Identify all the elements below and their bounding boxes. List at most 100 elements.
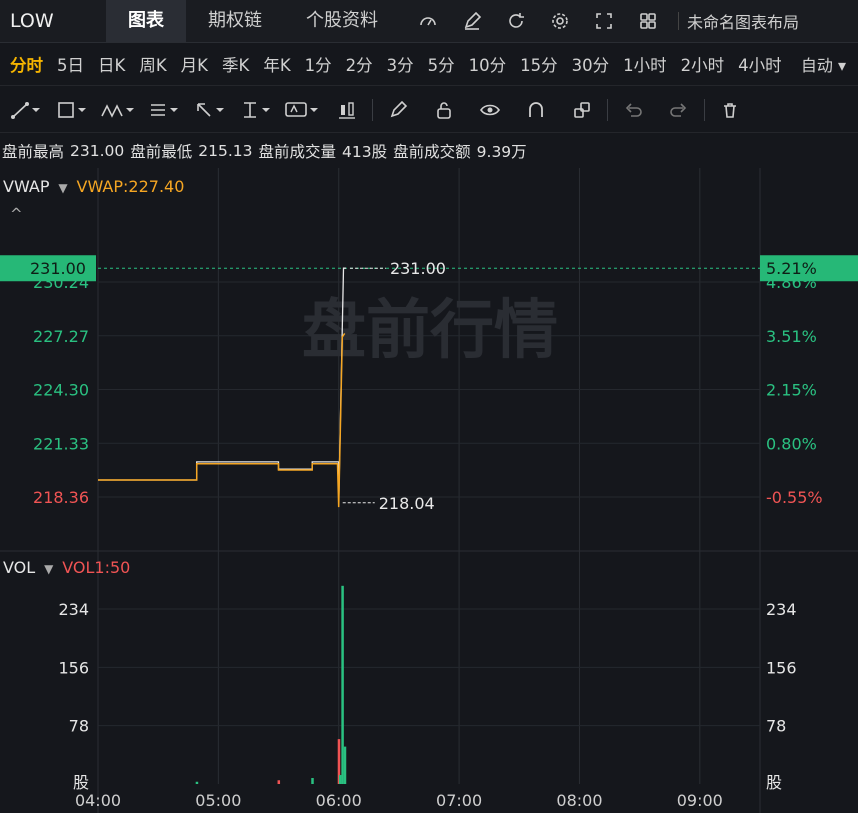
vol-tick-label-right: 78 — [766, 717, 786, 736]
vol-tick-label: 234 — [58, 600, 89, 619]
pattern-icon[interactable] — [94, 88, 140, 132]
volume-bar — [277, 780, 281, 784]
vwap-name: VWAP — [3, 177, 50, 196]
drawing-toolbar — [0, 88, 858, 133]
interval-15[interactable]: 2小时 — [674, 52, 732, 76]
max-price-label: 231.00 — [390, 259, 446, 278]
scale-mode-label: 自动 — [800, 56, 833, 75]
volume-bar — [338, 775, 342, 784]
price-tick-label: 218.36 — [33, 488, 89, 507]
vol-value: VOL1:50 — [62, 558, 131, 577]
chevron-down-icon: ▼ — [40, 562, 58, 576]
min-price-label: 218.04 — [379, 494, 435, 513]
undo-icon[interactable] — [610, 88, 656, 132]
interval-1[interactable]: 5日 — [50, 52, 91, 76]
watermark: 盘前行情 — [302, 294, 558, 368]
high-label: 盘前最高 — [2, 143, 65, 161]
ticker-symbol[interactable]: LOW — [0, 10, 106, 32]
high-value: 231.00 — [70, 142, 125, 160]
interval-10[interactable]: 5分 — [421, 52, 462, 76]
lock-icon[interactable] — [421, 88, 467, 132]
interval-7[interactable]: 1分 — [298, 52, 339, 76]
vol-unit-label: 股 — [73, 773, 89, 792]
pen-icon[interactable] — [375, 88, 421, 132]
tab-chart[interactable]: 图表 — [106, 0, 186, 42]
time-tick-label: 08:00 — [556, 791, 602, 810]
amount-value: 9.39万 — [476, 143, 527, 161]
eye-icon[interactable] — [467, 88, 513, 132]
vwap-indicator[interactable]: VWAP ▼ VWAP:227.40 — [3, 177, 184, 196]
vol-tick-label-right: 156 — [766, 658, 797, 677]
pct-tick-label: -0.55% — [766, 488, 823, 507]
pct-tick-label: 3.51% — [766, 327, 817, 346]
layers-icon[interactable] — [559, 88, 605, 132]
chevron-down-icon: ▾ — [837, 56, 846, 75]
interval-6[interactable]: 年K — [256, 52, 297, 76]
time-tick-label: 04:00 — [75, 791, 121, 810]
trend-line-icon[interactable] — [2, 88, 48, 132]
price-tick-label: 224.30 — [33, 381, 89, 400]
arrow-icon[interactable] — [186, 88, 232, 132]
time-tick-label: 06:00 — [316, 791, 362, 810]
tab-profile[interactable]: 个股资料 — [284, 0, 400, 42]
pct-tick-label: 2.15% — [766, 381, 817, 400]
current-price-label: 231.00 — [30, 259, 86, 278]
interval-5[interactable]: 季K — [215, 52, 256, 76]
low-label: 盘前最低 — [130, 143, 193, 161]
layout-name[interactable]: 未命名图表布局 — [687, 9, 799, 33]
trash-icon[interactable] — [707, 88, 753, 132]
interval-0[interactable]: 分时 — [3, 52, 50, 76]
current-pct-label: 5.21% — [766, 259, 817, 278]
text-icon[interactable] — [278, 88, 324, 132]
magnet-icon[interactable] — [513, 88, 559, 132]
premarket-stats: 盘前最高 231.00 盘前最低 215.13 盘前成交量 413股 盘前成交额 9.3… — [0, 136, 858, 166]
interval-3[interactable]: 周K — [132, 52, 173, 76]
vwap-value: VWAP:227.40 — [76, 177, 185, 196]
vol-tick-label-right: 234 — [766, 600, 797, 619]
vol-name: VOL — [3, 558, 36, 577]
low-value: 215.13 — [198, 142, 253, 160]
vol-indicator[interactable]: VOL ▼ VOL1:50 — [3, 558, 130, 577]
interval-16[interactable]: 4小时 — [731, 52, 789, 76]
volume-bar — [311, 778, 314, 784]
candle-icon[interactable] — [324, 88, 370, 132]
interval-4[interactable]: 月K — [174, 52, 215, 76]
interval-13[interactable]: 30分 — [565, 52, 617, 76]
gear-icon[interactable] — [538, 0, 582, 42]
scale-mode-dropdown[interactable]: 自动 ▾ — [801, 52, 846, 76]
grid-layout-icon[interactable] — [626, 0, 670, 42]
interval-8[interactable]: 2分 — [339, 52, 380, 76]
chart-canvas[interactable]: 盘前行情230.24227.27224.30221.33218.364.86%3… — [0, 168, 858, 813]
interval-2[interactable]: 日K — [91, 52, 132, 76]
measure-icon[interactable] — [232, 88, 278, 132]
interval-14[interactable]: 1小时 — [616, 52, 674, 76]
volume-label: 盘前成交量 — [258, 143, 337, 161]
collapse-icon[interactable]: ^ — [10, 205, 23, 223]
interval-11[interactable]: 10分 — [462, 52, 514, 76]
rectangle-icon[interactable] — [48, 88, 94, 132]
volume-bar — [341, 585, 344, 784]
edit-icon[interactable] — [450, 0, 494, 42]
gauge-icon[interactable] — [406, 0, 450, 42]
time-tick-label: 05:00 — [195, 791, 241, 810]
vol-tick-label: 156 — [58, 658, 89, 677]
interval-12[interactable]: 15分 — [513, 52, 565, 76]
volume-value: 413股 — [342, 143, 388, 161]
vol-unit-label-right: 股 — [766, 773, 782, 792]
pct-tick-label: 0.80% — [766, 434, 817, 453]
volume-bar — [195, 781, 199, 784]
top-bar: LOW 图表 期权链 个股资料 未命名图表布局 — [0, 0, 858, 43]
price-tick-label: 221.33 — [33, 434, 89, 453]
fullscreen-icon[interactable] — [582, 0, 626, 42]
fib-icon[interactable] — [140, 88, 186, 132]
volume-bar — [343, 746, 347, 784]
price-tick-label: 227.27 — [33, 327, 89, 346]
interval-9[interactable]: 3分 — [380, 52, 421, 76]
tab-options-chain[interactable]: 期权链 — [186, 0, 284, 42]
refresh-icon[interactable] — [494, 0, 538, 42]
vol-tick-label: 78 — [69, 717, 89, 736]
chevron-down-icon: ▼ — [54, 181, 72, 195]
divider — [372, 99, 373, 121]
redo-icon[interactable] — [656, 88, 702, 132]
time-tick-label: 07:00 — [436, 791, 482, 810]
